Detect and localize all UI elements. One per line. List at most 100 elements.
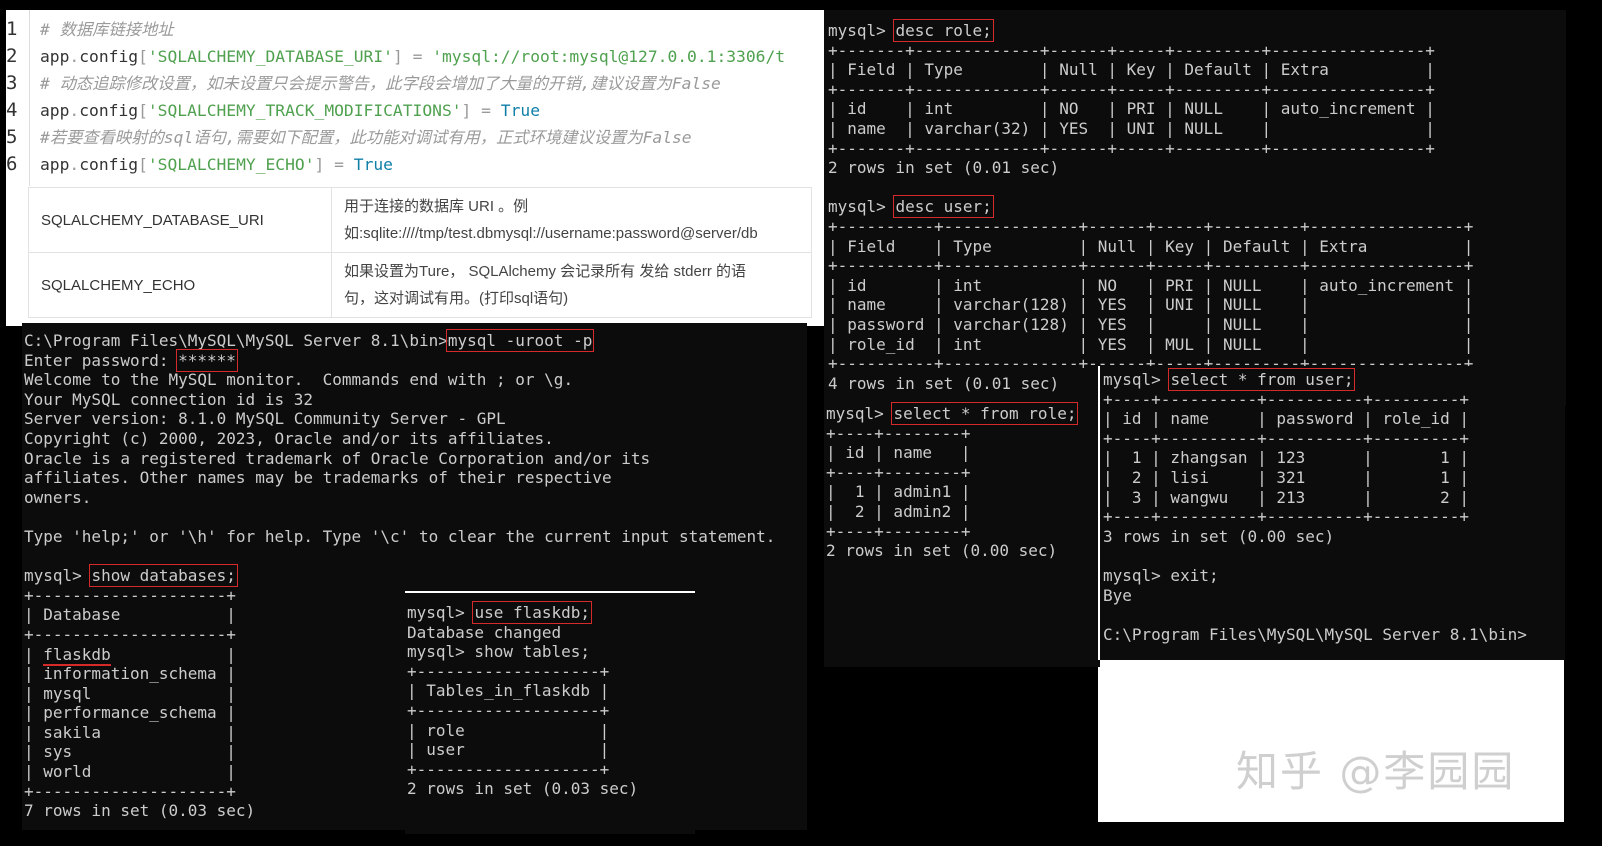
terminal-text: Database changed	[407, 622, 562, 642]
terminal-line: +-------------------+	[407, 760, 695, 780]
terminal-line: affiliates. Other names may be trademark…	[24, 468, 807, 488]
terminal-line: | id | int | NO | PRI | NULL | auto_incr…	[828, 276, 1566, 296]
terminal-line: +----+----------+----------+---------+	[1103, 429, 1565, 449]
terminal-line: | 2 | admin2 |	[826, 502, 1100, 522]
code-line: 3 # 动态追踪修改设置，如未设置只会提示警告，此字段会增加了大量的开销,建议设置…	[6, 70, 721, 97]
highlighted-command: use flaskdb;	[472, 601, 593, 624]
terminal-line: | 1 | admin1 |	[826, 482, 1100, 502]
code-token: .	[69, 101, 80, 120]
terminal-text: | 1 | admin1 |	[826, 482, 971, 502]
terminal-line: owners.	[24, 488, 807, 508]
code-line: 5 #若要查看映射的sql语句,需要如下配置，此功能对调试有用，正式环境建议设置为…	[6, 124, 692, 151]
terminal-text: +-------------------+	[407, 700, 610, 720]
terminal-line: | Field | Type | Null | Key | Default | …	[828, 237, 1566, 257]
terminal-line: C:\Program Files\MySQL\MySQL Server 8.1\…	[24, 329, 807, 352]
terminal-text: mysql>	[407, 603, 475, 622]
terminal-text: mysql>	[1103, 370, 1171, 389]
terminal-text: mysql> exit;	[1103, 565, 1219, 585]
terminal-text: | sakila |	[24, 722, 236, 742]
terminal-line: +----+----------+----------+---------+	[1103, 507, 1565, 527]
terminal-text: C:\Program Files\MySQL\MySQL Server 8.1\…	[24, 331, 448, 350]
config-key: SQLALCHEMY_DATABASE_URI	[28, 187, 332, 253]
terminal-line: | password | varchar(128) | YES | | NULL…	[828, 315, 1566, 335]
terminal-text: 2 rows in set (0.03 sec)	[407, 779, 639, 799]
terminal-line: 2 rows in set (0.00 sec)	[826, 541, 1100, 561]
code-text: # 动态追踪修改设置，如未设置只会提示警告，此字段会增加了大量的开销,建议设置为…	[30, 70, 721, 97]
terminal-text: +-------------------+	[407, 759, 610, 779]
terminal-text: Server version: 8.1.0 MySQL Community Se…	[24, 409, 506, 429]
terminal-line: +-------------------+	[407, 662, 695, 682]
code-token: [	[138, 47, 148, 66]
line-number: 4	[6, 99, 18, 121]
code-token: 'SQLALCHEMY_DATABASE_URI'	[147, 47, 393, 66]
terminal-line: | id | name |	[826, 443, 1100, 463]
code-line: 6 app.config['SQLALCHEMY_ECHO'] = True	[6, 151, 393, 178]
terminal-text: 2 rows in set (0.00 sec)	[826, 541, 1058, 561]
terminal-line: +----------+--------------+------+-----+…	[828, 217, 1566, 237]
code-token: .	[69, 155, 80, 174]
terminal-line: +-------+-------------+------+-----+----…	[828, 80, 1566, 100]
terminal-text: 4 rows in set (0.01 sec)	[828, 373, 1060, 393]
code-token: # 数据库链接地址	[40, 20, 174, 39]
terminal-text: Welcome to the MySQL monitor. Commands e…	[24, 370, 574, 390]
terminal-line: +----------+--------------+------+-----+…	[828, 256, 1566, 276]
terminal-line: Welcome to the MySQL monitor. Commands e…	[24, 370, 807, 390]
terminal-text: +-------+-------------+------+-----+----…	[828, 138, 1435, 158]
terminal-text: | 3 | wangwu | 213 | 2 |	[1103, 487, 1470, 507]
terminal-text: Copyright (c) 2000, 2023, Oracle and/or …	[24, 428, 554, 448]
terminal-line: mysql> show databases;	[24, 564, 807, 588]
terminal-text: affiliates. Other names may be trademark…	[24, 468, 612, 488]
terminal-line: | Field | Type | Null | Key | Default | …	[828, 60, 1566, 80]
terminal-text: | id | name |	[826, 443, 971, 463]
terminal-text: +--------------------+	[24, 781, 236, 801]
terminal-line: Database changed	[407, 623, 695, 643]
code-token: app	[40, 155, 70, 174]
code-token: ]	[392, 47, 403, 66]
terminal-line: Copyright (c) 2000, 2023, Oracle and/or …	[24, 429, 807, 449]
terminal-line: 2 rows in set (0.01 sec)	[828, 158, 1566, 178]
code-token: [	[138, 101, 148, 120]
terminal-text: +--------------------+	[24, 624, 236, 644]
code-text: #若要查看映射的sql语句,需要如下配置，此功能对调试有用，正式环境建议设置为F…	[30, 124, 692, 151]
terminal-line: | role |	[407, 721, 695, 741]
code-token: =	[412, 47, 423, 66]
terminal-text: | Database |	[24, 605, 236, 625]
terminal-select-user: mysql> select * from user; +----+--------…	[1098, 366, 1565, 660]
code-token: =	[481, 101, 491, 120]
code-token: config	[79, 47, 139, 66]
terminal-text: | sys |	[24, 742, 236, 762]
terminal-line: Type 'help;' or '\h' for help. Type '\c'…	[24, 527, 807, 547]
terminal-line: | role_id | int | YES | MUL | NULL | |	[828, 335, 1566, 355]
terminal-text: | 2 | lisi | 321 | 1 |	[1103, 467, 1470, 487]
terminal-text: +----------+--------------+------+-----+…	[828, 216, 1474, 236]
code-token: config	[79, 101, 139, 120]
highlighted-command: desc role;	[893, 19, 994, 42]
terminal-text: | name | varchar(32) | YES | UNI | NULL …	[828, 118, 1435, 138]
config-description: 如果设置为Ture， SQLAlchemy 会记录所有 发给 stderr 的语…	[331, 252, 812, 318]
line-number: 1	[6, 18, 18, 40]
terminal-text: | world |	[24, 762, 236, 782]
terminal-desc-tables: mysql> desc role; +-------+-------------+…	[824, 10, 1566, 406]
code-line: 4 app.config['SQLALCHEMY_TRACK_MODIFICATI…	[6, 97, 540, 124]
terminal-text: 2 rows in set (0.01 sec)	[828, 158, 1060, 178]
line-number: 6	[6, 153, 18, 175]
terminal-line: Server version: 8.1.0 MySQL Community Se…	[24, 409, 807, 429]
terminal-text: mysql>	[828, 21, 896, 40]
terminal-line: | Tables_in_flaskdb |	[407, 681, 695, 701]
terminal-line: +-------+-------------+------+-----+----…	[828, 41, 1566, 61]
terminal-line: 2 rows in set (0.03 sec)	[407, 779, 695, 799]
highlighted-command: show databases;	[89, 564, 238, 588]
terminal-text: | 2 | admin2 |	[826, 501, 971, 521]
terminal-line: | id | int | NO | PRI | NULL | auto_incr…	[828, 99, 1566, 119]
code-token: 'SQLALCHEMY_ECHO'	[147, 155, 315, 174]
code-text: app.config['SQLALCHEMY_DATABASE_URI'] = …	[30, 43, 785, 70]
code-text: app.config['SQLALCHEMY_TRACK_MODIFICATIO…	[30, 97, 540, 124]
terminal-text: | Field | Type | Null | Key | Default | …	[828, 60, 1435, 80]
terminal-line: Enter password: ******	[24, 348, 807, 372]
terminal-text: +-------+-------------+------+-----+----…	[828, 79, 1435, 99]
terminal-line: | 2 | lisi | 321 | 1 |	[1103, 468, 1565, 488]
terminal-text: +--------------------+	[24, 585, 236, 605]
terminal-text: | role |	[407, 720, 610, 740]
terminal-line: +----+--------+	[826, 522, 1100, 542]
